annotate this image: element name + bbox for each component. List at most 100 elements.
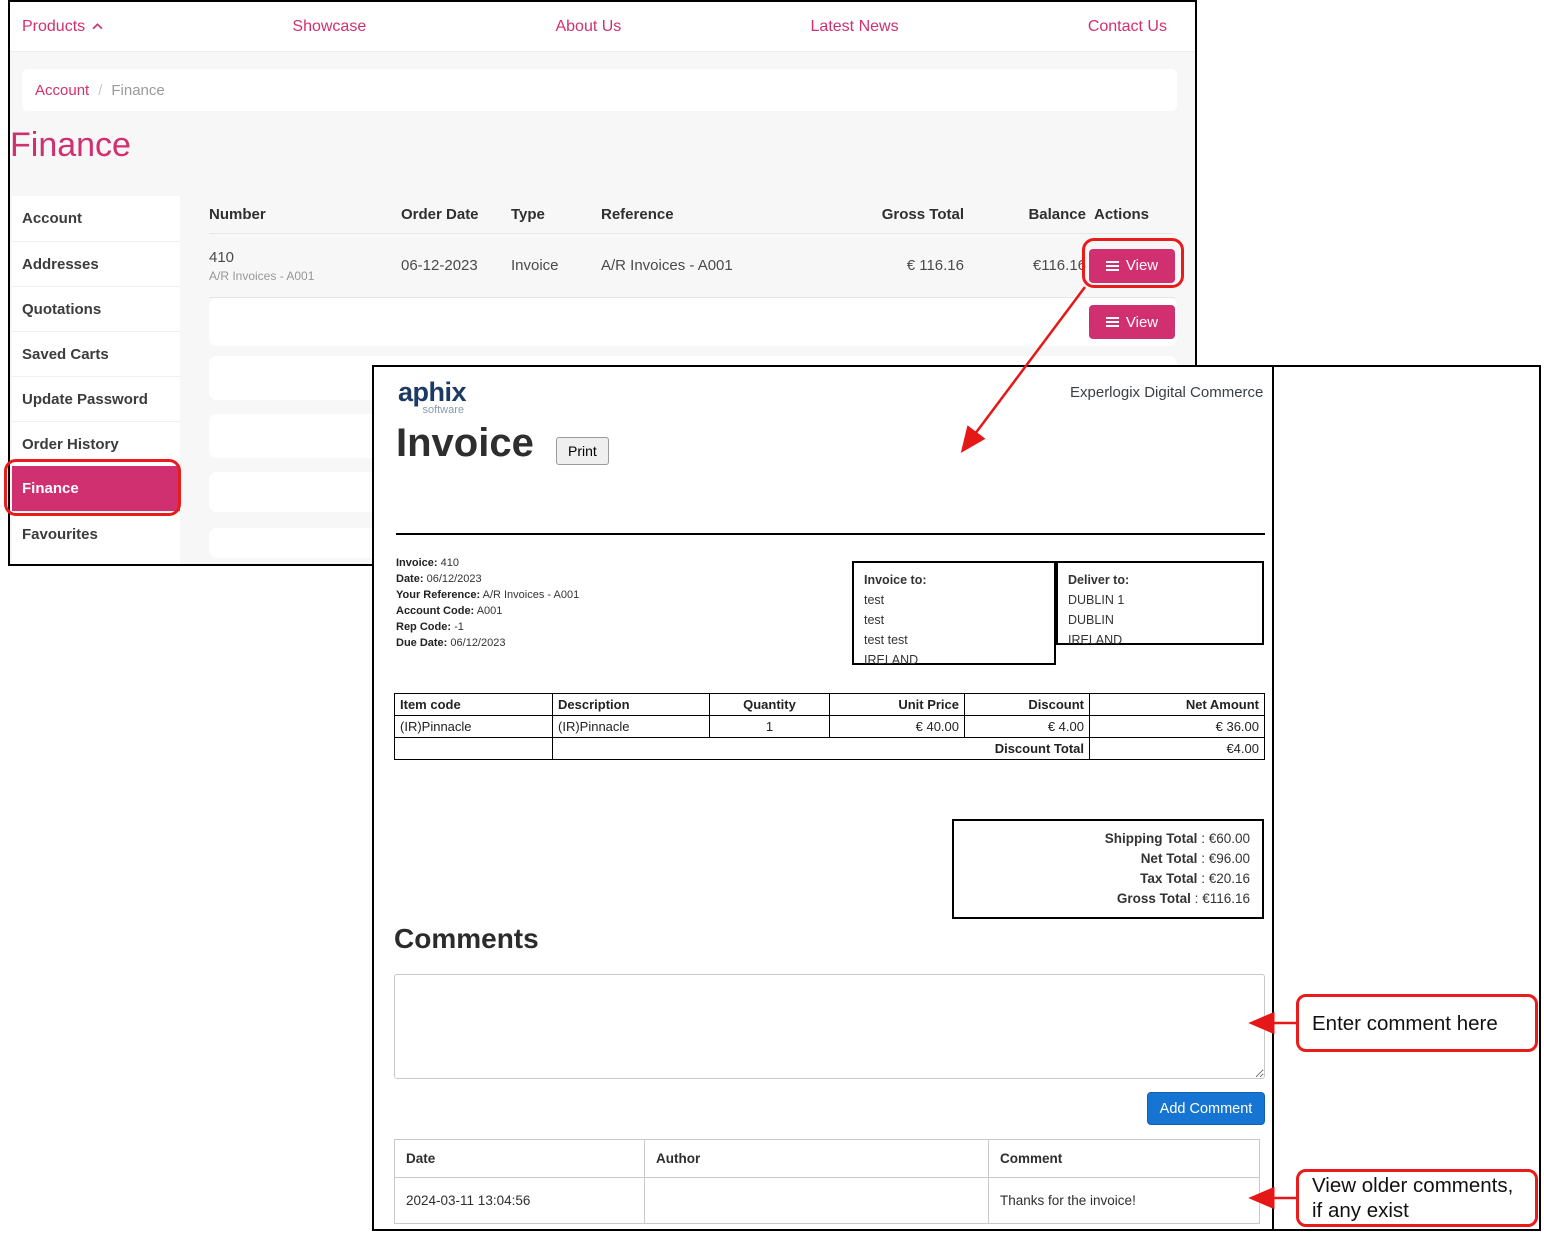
deliver-to-title: Deliver to:	[1068, 570, 1252, 590]
nav-item-latest-news[interactable]: Latest News	[811, 18, 899, 36]
aphix-logo: aphix software	[398, 377, 466, 416]
comment-row: 2024-03-11 13:04:56 Thanks for the invoi…	[395, 1178, 1260, 1224]
item-unit-price: € 40.00	[830, 716, 965, 738]
view-invoice-button-2[interactable]: View	[1089, 305, 1175, 339]
items-header-item-code: Item code	[395, 694, 553, 716]
comment-text: Thanks for the invoice!	[989, 1178, 1260, 1224]
col-header-reference: Reference	[601, 206, 838, 223]
platform-name: Experlogix Digital Commerce	[1070, 384, 1263, 401]
comments-header-date: Date	[395, 1140, 645, 1178]
comments-header-comment: Comment	[989, 1140, 1260, 1178]
deliver-to-line: DUBLIN	[1068, 610, 1252, 630]
tax-total-line: Tax Total : €20.16	[966, 869, 1250, 889]
annotation-callout-older-comments: View older comments, if any exist	[1296, 1169, 1538, 1227]
breadcrumb: Account / Finance	[22, 69, 1177, 111]
breadcrumb-separator: /	[98, 82, 102, 99]
invoice-totals-box: Shipping Total : €60.00 Net Total : €96.…	[952, 819, 1264, 919]
nav-item-showcase[interactable]: Showcase	[292, 18, 366, 36]
invoice-to-title: Invoice to:	[864, 570, 1044, 590]
comments-heading: Comments	[394, 923, 539, 955]
sidebar-item-quotations[interactable]: Quotations	[12, 286, 180, 331]
empty-cell	[395, 738, 553, 760]
comment-date: 2024-03-11 13:04:56	[395, 1178, 645, 1224]
col-header-balance: Balance	[964, 206, 1086, 223]
detail-value: 410	[441, 557, 459, 569]
detail-value: 06/12/2023	[450, 637, 505, 649]
item-quantity: 1	[710, 716, 830, 738]
shipping-total-line: Shipping Total : €60.00	[966, 829, 1250, 849]
col-header-number: Number	[209, 206, 401, 223]
discount-total-label: Discount Total	[553, 738, 1090, 760]
detail-value: 06/12/2023	[427, 573, 482, 585]
items-footer-row: Discount Total €4.00	[395, 738, 1265, 760]
col-header-order-date: Order Date	[401, 206, 511, 223]
cell-order-date: 06-12-2023	[401, 257, 511, 274]
col-header-actions: Actions	[1086, 206, 1175, 223]
sidebar-item-saved-carts[interactable]: Saved Carts	[12, 331, 180, 376]
add-comment-button[interactable]: Add Comment	[1147, 1092, 1265, 1125]
comments-table: Date Author Comment 2024-03-11 13:04:56 …	[394, 1139, 1260, 1224]
deliver-to-line: IRELAND	[1068, 630, 1252, 650]
cell-number: 410 A/R Invoices - A001	[209, 249, 401, 283]
col-header-type: Type	[511, 206, 601, 223]
sidebar-item-addresses[interactable]: Addresses	[12, 241, 180, 286]
item-code: (IR)Pinnacle	[395, 716, 553, 738]
detail-value: A/R Invoices - A001	[483, 589, 580, 601]
breadcrumb-account-link[interactable]: Account	[35, 82, 89, 99]
deliver-to-box: Deliver to: DUBLIN 1 DUBLIN IRELAND	[1056, 561, 1264, 645]
callout-text: Enter comment here	[1312, 1011, 1535, 1036]
comment-textarea[interactable]	[394, 974, 1265, 1079]
detail-label: Date:	[396, 573, 424, 585]
finance-table-header: Number Order Date Type Reference Gross T…	[209, 196, 1175, 234]
comments-header-author: Author	[645, 1140, 989, 1178]
cell-reference: A/R Invoices - A001	[601, 257, 838, 274]
sidebar-item-account[interactable]: Account	[12, 196, 180, 241]
invoice-to-line: IRELAND	[864, 650, 1044, 670]
view-button-label: View	[1126, 314, 1158, 331]
invoice-to-line: test test	[864, 630, 1044, 650]
detail-label: Due Date:	[396, 637, 447, 649]
sidebar-item-update-password[interactable]: Update Password	[12, 376, 180, 421]
divider-rule	[396, 533, 1265, 535]
comments-header-row: Date Author Comment	[395, 1140, 1260, 1178]
items-header-quantity: Quantity	[710, 694, 830, 716]
items-header-unit-price: Unit Price	[830, 694, 965, 716]
deliver-to-line: DUBLIN 1	[1068, 590, 1252, 610]
top-navigation: Products Showcase About Us Latest News C…	[10, 2, 1195, 52]
annotation-outline-finance-item	[4, 459, 181, 516]
gross-total-line: Gross Total : €116.16	[966, 889, 1250, 909]
breadcrumb-current: Finance	[111, 82, 164, 99]
nav-item-products[interactable]: Products	[22, 18, 103, 36]
items-header-row: Item code Description Quantity Unit Pric…	[395, 694, 1265, 716]
cell-gross-total: € 116.16	[838, 257, 964, 274]
detail-label: Invoice:	[396, 557, 438, 569]
comment-author	[645, 1178, 989, 1224]
detail-value: A001	[477, 605, 503, 617]
invoice-title: Invoice	[396, 421, 534, 466]
table-row: 410 A/R Invoices - A001 06-12-2023 Invoi…	[209, 234, 1175, 298]
nav-item-contact-us[interactable]: Contact Us	[1088, 18, 1167, 36]
figure-divider	[1272, 367, 1274, 1229]
invoice-detail-window: aphix software Experlogix Digital Commer…	[372, 365, 1541, 1231]
cell-balance: €116.16	[964, 257, 1086, 274]
col-header-gross-total: Gross Total	[838, 206, 964, 223]
sidebar-item-favourites[interactable]: Favourites	[12, 511, 180, 556]
annotation-callout-enter-comment: Enter comment here	[1296, 994, 1538, 1052]
table-row: View	[209, 298, 1177, 346]
items-data-row: (IR)Pinnacle (IR)Pinnacle 1 € 40.00 € 4.…	[395, 716, 1265, 738]
print-button[interactable]: Print	[556, 437, 609, 465]
cell-type: Invoice	[511, 257, 601, 274]
page-title: Finance	[10, 126, 131, 165]
nav-item-about-us[interactable]: About Us	[555, 18, 621, 36]
item-description: (IR)Pinnacle	[553, 716, 710, 738]
invoice-to-box: Invoice to: test test test test IRELAND	[852, 561, 1056, 665]
items-header-net-amount: Net Amount	[1090, 694, 1265, 716]
invoice-to-line: test	[864, 590, 1044, 610]
detail-value: -1	[454, 621, 464, 633]
screenshot-canvas: Products Showcase About Us Latest News C…	[0, 0, 1544, 1233]
detail-label: Your Reference:	[396, 589, 480, 601]
nav-item-products-label: Products	[22, 18, 85, 36]
invoice-number-sub: A/R Invoices - A001	[209, 269, 401, 283]
callout-text-line2: if any exist	[1312, 1198, 1535, 1223]
detail-label: Account Code:	[396, 605, 474, 617]
